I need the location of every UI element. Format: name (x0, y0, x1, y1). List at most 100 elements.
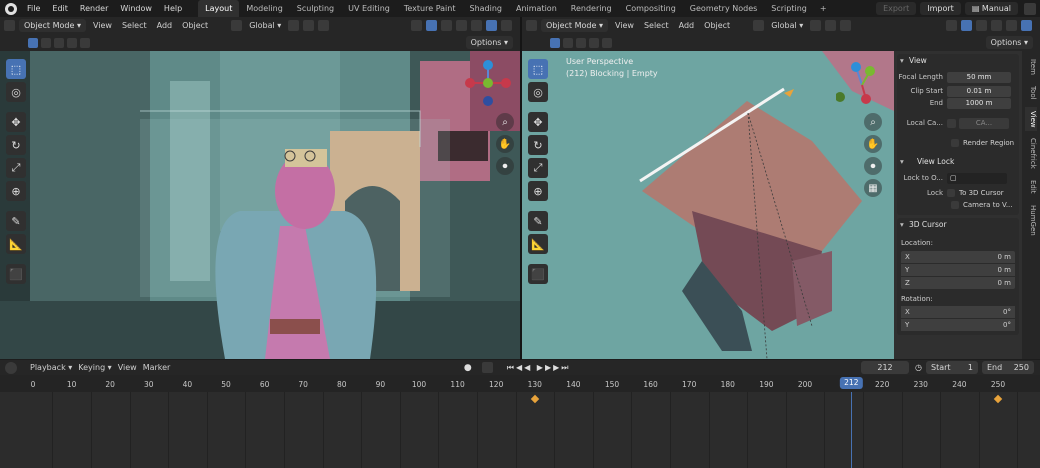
right-proportional-icon[interactable] (840, 20, 852, 31)
right-select-mode-extend-icon[interactable] (563, 37, 573, 48)
right-annotate-tool-icon[interactable]: ✎ (528, 211, 548, 231)
render-region-checkbox[interactable] (951, 139, 959, 147)
menu-edit[interactable]: Edit (46, 0, 74, 17)
blender-logo-icon[interactable] (5, 2, 17, 15)
select-box-icon[interactable]: ⬚ (6, 59, 26, 79)
tab-layout[interactable]: Layout (198, 0, 240, 17)
view-section-header[interactable]: View (897, 54, 1019, 67)
local-camera-field[interactable]: CA... (959, 117, 1009, 129)
clip-end-field[interactable]: 1000 m (947, 97, 1011, 109)
right-menu-add[interactable]: Add (676, 21, 698, 30)
right-overlay-toggle-icon[interactable] (976, 20, 987, 31)
tab-scripting[interactable]: Scripting (764, 0, 814, 17)
focal-length-field[interactable]: 50 mm (947, 71, 1011, 83)
sidebar-tab-cinefrick[interactable]: Cinefrick (1025, 134, 1037, 173)
cursor-section-header[interactable]: 3D Cursor (897, 218, 1019, 231)
right-transform-tool-icon[interactable]: ⊕ (528, 181, 548, 201)
right-add-cube-tool-icon[interactable]: ⬛ (528, 264, 548, 284)
right-select-mode-intersect-icon[interactable] (602, 37, 612, 48)
left-menu-view[interactable]: View (90, 21, 115, 30)
camera-to-view-checkbox[interactable] (951, 201, 959, 209)
left-mode-dropdown[interactable]: Object Mode ▾ (19, 19, 86, 32)
view-lock-header[interactable]: View Lock (897, 155, 1019, 168)
to-3d-cursor-checkbox[interactable] (947, 189, 955, 197)
right-pan-hand-icon[interactable]: ✋ (864, 135, 882, 153)
sidebar-tab-humgen[interactable]: HumGen (1025, 201, 1037, 240)
left-menu-add[interactable]: Add (154, 21, 176, 30)
export-button[interactable]: Export (876, 2, 917, 15)
timeline-menu-marker[interactable]: Marker (140, 363, 174, 372)
select-mode-new-icon[interactable] (28, 37, 38, 48)
move-tool-icon[interactable]: ✥ (6, 112, 26, 132)
left-viewport[interactable]: ⬚ ◎ ✥ ↻ ⤢ ⊕ ✎ 📐 ⬛ ⌕ ✋ ⏺ (0, 51, 520, 359)
right-rotate-tool-icon[interactable]: ↻ (528, 135, 548, 155)
measure-tool-icon[interactable]: 📐 (6, 234, 26, 254)
keyframe-diamond[interactable] (993, 394, 1003, 404)
timeline-ruler[interactable]: 0 10 20 30 40 50 60 70 80 90 100 110 120 130 140 150 160… (0, 375, 1040, 392)
timeline-editor-icon[interactable] (5, 361, 17, 374)
rotate-tool-icon[interactable]: ↻ (6, 135, 26, 155)
right-measure-tool-icon[interactable]: 📐 (528, 234, 548, 254)
keyframe-diamond[interactable] (530, 394, 540, 404)
overlay-toggle-icon[interactable] (441, 20, 452, 31)
right-menu-select[interactable]: Select (641, 21, 672, 30)
right-shading-wire-icon[interactable] (1006, 20, 1017, 31)
gizmo-toggle-icon[interactable] (426, 20, 437, 31)
tab-modeling[interactable]: Modeling (239, 0, 289, 17)
timeline-menu-keying[interactable]: Keying ▾ (75, 363, 114, 372)
playhead-line[interactable] (851, 392, 853, 468)
annotate-tool-icon[interactable]: ✎ (6, 211, 26, 231)
lock-to-object-field[interactable]: ▢ (947, 172, 1007, 184)
end-frame-field[interactable]: End 250 (982, 361, 1034, 374)
right-select-mode-invert-icon[interactable] (589, 37, 599, 48)
right-gizmo-toggle-icon[interactable] (961, 20, 972, 31)
tab-sculpting[interactable]: Sculpting (290, 0, 341, 17)
right-grid-icon[interactable]: ▦ (864, 179, 882, 197)
zoom-icon[interactable]: ⌕ (496, 113, 514, 131)
right-xray-icon[interactable] (991, 20, 1002, 31)
right-options-dropdown[interactable]: Options ▾ (985, 36, 1033, 49)
right-transform-dropdown[interactable]: Global ▾ (768, 21, 806, 30)
menu-file[interactable]: File (21, 0, 46, 17)
right-move-tool-icon[interactable]: ✥ (528, 112, 548, 132)
right-navigation-gizmo-icon[interactable] (836, 59, 888, 111)
record-icon[interactable]: ● (464, 363, 472, 373)
right-scale-tool-icon[interactable]: ⤢ (528, 158, 548, 178)
cursor-rot-x-field[interactable]: 0° (1003, 308, 1011, 316)
cursor-tool-icon[interactable]: ◎ (6, 82, 26, 102)
snap-icon[interactable] (303, 20, 315, 31)
sidebar-tab-view[interactable]: View (1025, 106, 1037, 132)
start-frame-field[interactable]: Start 1 (926, 361, 978, 374)
right-select-mode-subtract-icon[interactable] (576, 37, 586, 48)
right-editor-type-icon[interactable] (526, 20, 537, 31)
shading-wire-icon[interactable] (471, 20, 482, 31)
clip-start-field[interactable]: 0.01 m (947, 85, 1011, 97)
scale-tool-icon[interactable]: ⤢ (6, 158, 26, 178)
left-options-dropdown[interactable]: Options ▾ (465, 36, 513, 49)
tab-shading[interactable]: Shading (462, 0, 509, 17)
transform-tool-icon[interactable]: ⊕ (6, 181, 26, 201)
right-snap-icon[interactable] (825, 20, 837, 31)
right-pivot-icon[interactable] (810, 20, 822, 31)
add-cube-tool-icon[interactable]: ⬛ (6, 264, 26, 284)
cursor-x-field[interactable]: 0 m (998, 253, 1012, 261)
sidebar-tab-item[interactable]: Item (1025, 55, 1037, 79)
timeline-menu-view[interactable]: View (115, 363, 140, 372)
current-frame-field[interactable]: 212 (861, 361, 910, 374)
editor-type-icon[interactable] (4, 20, 15, 31)
shading-material-icon[interactable] (501, 20, 512, 31)
cursor-y-field[interactable]: 0 m (998, 266, 1012, 274)
clock-icon[interactable]: ◷ (915, 363, 922, 372)
tab-geometry-nodes[interactable]: Geometry Nodes (683, 0, 764, 17)
tab-compositing[interactable]: Compositing (619, 0, 683, 17)
tab-uv-editing[interactable]: UV Editing (341, 0, 397, 17)
pivot-icon[interactable] (288, 20, 300, 31)
right-cursor-tool-icon[interactable]: ◎ (528, 82, 548, 102)
pan-hand-icon[interactable]: ✋ (496, 135, 514, 153)
select-mode-intersect-icon[interactable] (80, 37, 90, 48)
right-menu-object[interactable]: Object (701, 21, 733, 30)
right-select-box-icon[interactable]: ⬚ (528, 59, 548, 79)
menu-help[interactable]: Help (158, 0, 188, 17)
right-shading-solid-icon[interactable] (1021, 20, 1032, 31)
left-menu-select[interactable]: Select (119, 21, 150, 30)
